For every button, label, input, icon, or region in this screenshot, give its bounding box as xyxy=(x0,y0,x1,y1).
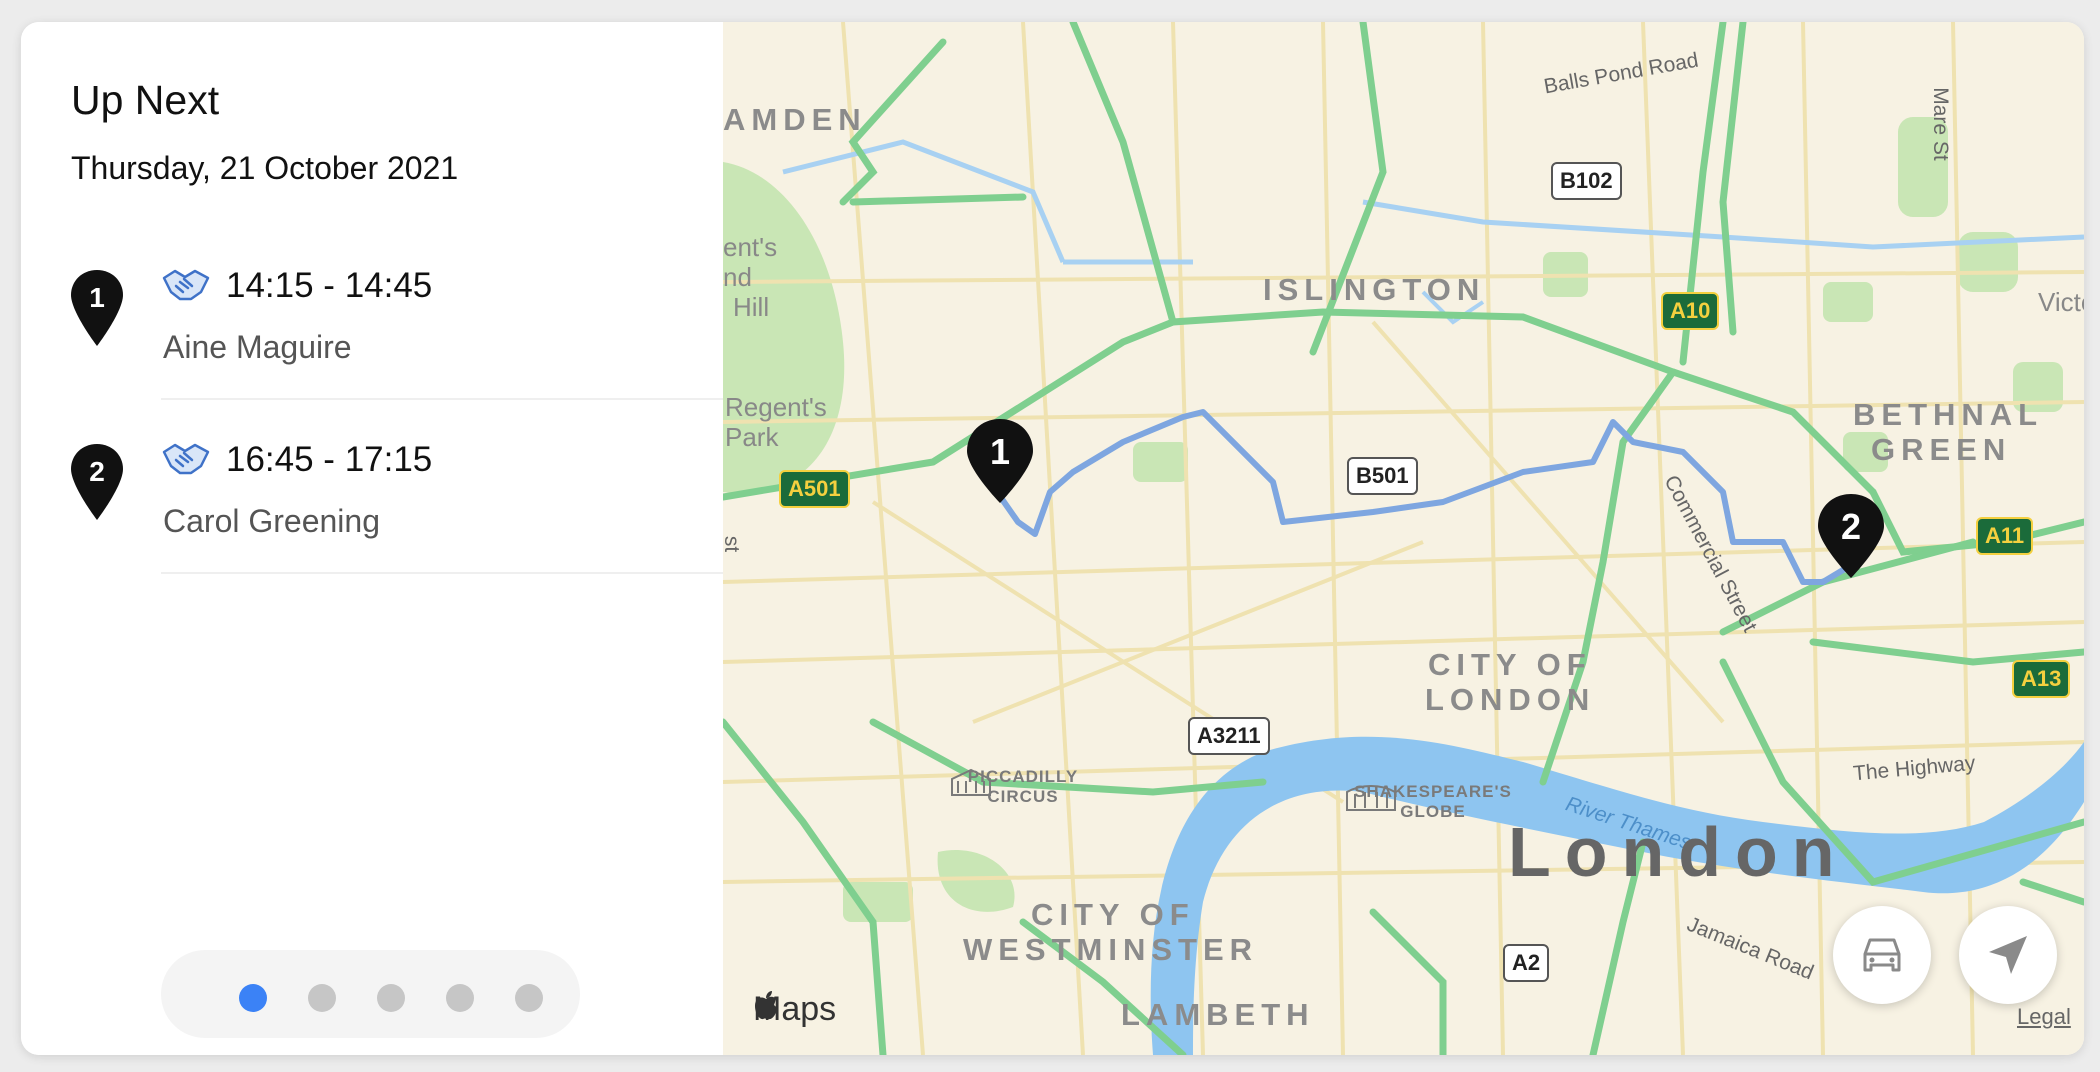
pin-number: 2 xyxy=(89,456,105,487)
map-pin-2[interactable]: 2 xyxy=(1816,492,1886,582)
map-pin-icon: 1 xyxy=(71,270,123,346)
meeting-attendee: Carol Greening xyxy=(163,503,380,539)
area-label: ISLINGTON xyxy=(1263,272,1486,307)
area-label: Regent's xyxy=(725,392,827,422)
area-label: LONDON xyxy=(1425,682,1596,717)
road-shield: A501 xyxy=(779,470,850,508)
map-pin-1[interactable]: 1 xyxy=(965,417,1035,507)
panel-title: Up Next xyxy=(71,77,220,123)
legal-link[interactable]: Legal xyxy=(2017,1004,2071,1030)
page-indicator[interactable] xyxy=(161,950,580,1038)
page-dot-3[interactable] xyxy=(377,984,405,1012)
up-next-panel: Up Next Thursday, 21 October 2021 1 14:1… xyxy=(21,22,723,1055)
road-label: st xyxy=(723,535,744,553)
current-location-button[interactable] xyxy=(1959,906,2057,1004)
pin-number: 1 xyxy=(89,282,105,313)
page-dot-4[interactable] xyxy=(446,984,474,1012)
panel-date: Thursday, 21 October 2021 xyxy=(71,150,459,186)
page-dot-5[interactable] xyxy=(515,984,543,1012)
list-item[interactable]: 2 16:45 - 17:15 Carol Greening xyxy=(21,414,723,574)
handshake-icon xyxy=(162,443,210,475)
area-label: CITY OF xyxy=(1031,897,1195,932)
area-label: nd xyxy=(723,262,752,292)
driving-directions-button[interactable] xyxy=(1833,906,1931,1004)
page-dot-1[interactable] xyxy=(239,984,267,1012)
landmark-icon xyxy=(951,768,991,796)
svg-text:2: 2 xyxy=(1841,506,1861,547)
area-label: GREEN xyxy=(1871,432,2012,467)
road-shield: A3211 xyxy=(1188,717,1270,755)
svg-text:1: 1 xyxy=(990,431,1010,472)
area-label: Hill xyxy=(733,292,770,322)
divider xyxy=(161,572,723,574)
apple-logo-icon xyxy=(755,991,777,1020)
maps-attribution: Maps xyxy=(753,990,836,1029)
map-view[interactable]: AMDEN ISLINGTON BETHNAL GREEN CITY OF LO… xyxy=(723,22,2084,1055)
area-label: Victo xyxy=(2038,287,2084,317)
location-arrow-icon xyxy=(1989,936,2027,974)
area-label: CITY OF xyxy=(1428,647,1592,682)
area-label: WESTMINSTER xyxy=(963,932,1259,967)
car-icon xyxy=(1863,938,1901,972)
area-label: BETHNAL xyxy=(1853,397,2044,432)
area-label: ent's xyxy=(723,232,778,262)
city-label: London xyxy=(1508,813,1849,891)
road-shield: A2 xyxy=(1503,944,1550,982)
meeting-attendee: Aine Maguire xyxy=(163,329,352,365)
theatre-icon xyxy=(1346,785,1396,811)
meeting-time: 14:15 - 14:45 xyxy=(226,266,433,305)
list-item[interactable]: 1 14:15 - 14:45 Aine Maguire xyxy=(21,240,723,400)
area-label: AMDEN xyxy=(723,102,867,137)
road-shield: B501 xyxy=(1347,457,1418,495)
up-next-widget: Up Next Thursday, 21 October 2021 1 14:1… xyxy=(21,22,2084,1055)
poi-label: PICCADILLY CIRCUS xyxy=(948,767,1098,807)
road-shield: A10 xyxy=(1661,292,1720,330)
road-label: Mare St xyxy=(1928,87,1952,161)
area-label: LAMBETH xyxy=(1121,997,1315,1032)
divider xyxy=(161,398,723,400)
map-pin-icon: 2 xyxy=(71,444,123,520)
road-shield: A13 xyxy=(2012,660,2071,698)
meeting-time: 16:45 - 17:15 xyxy=(226,440,433,479)
area-label: Park xyxy=(725,422,779,452)
road-shield: B102 xyxy=(1551,162,1622,200)
handshake-icon xyxy=(162,269,210,301)
road-shield: A11 xyxy=(1976,517,2034,555)
poi-label: SHAKESPEARE'S GLOBE xyxy=(1343,782,1523,822)
page-dot-2[interactable] xyxy=(308,984,336,1012)
